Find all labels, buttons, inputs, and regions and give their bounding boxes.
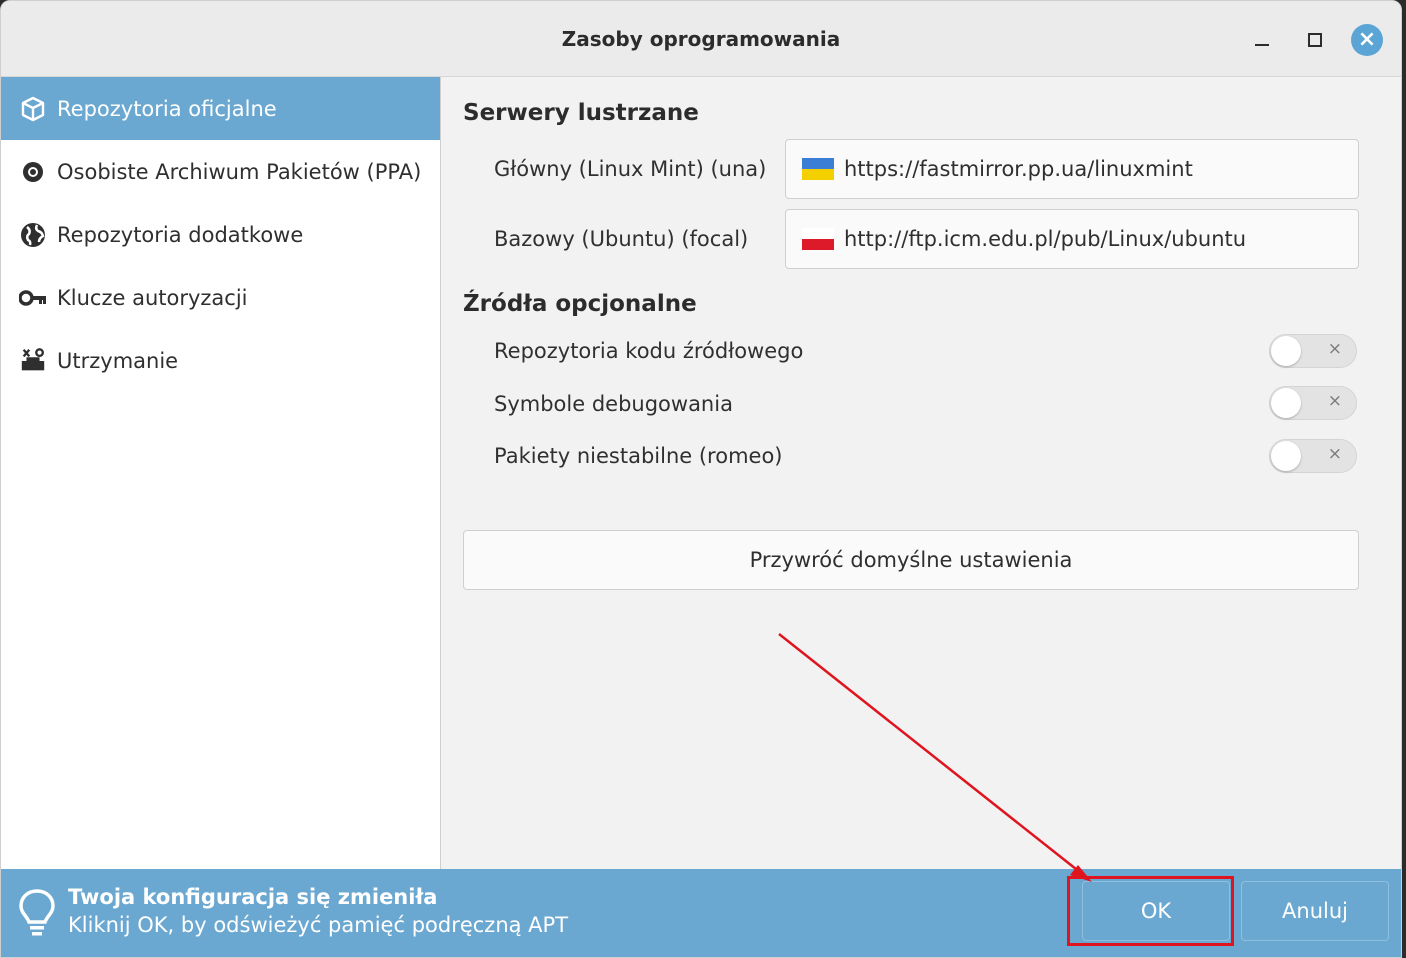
maximize-icon bbox=[1308, 33, 1322, 47]
infobar-title: Twoja konfiguracja się zmieniła bbox=[68, 885, 438, 909]
maximize-button[interactable] bbox=[1298, 23, 1332, 57]
optional-sources-title: Źródła opcjonalne bbox=[463, 291, 697, 317]
infobar-message: Kliknij OK, by odświeżyć pamięć podręczn… bbox=[68, 913, 569, 937]
source-code-toggle[interactable]: × bbox=[1269, 334, 1357, 368]
toggle-off-icon: × bbox=[1327, 444, 1342, 464]
debug-symbols-toggle[interactable]: × bbox=[1269, 386, 1357, 420]
title-bar[interactable]: Zasoby oprogramowania × bbox=[1, 1, 1401, 77]
sidebar-item-ppa[interactable]: Osobiste Archiwum Pakietów (PPA) bbox=[1, 140, 440, 203]
unstable-packages-toggle[interactable]: × bbox=[1269, 439, 1357, 473]
sidebar-item-label: Osobiste Archiwum Pakietów (PPA) bbox=[57, 159, 422, 184]
lightbulb-icon bbox=[19, 889, 55, 936]
toggle-knob bbox=[1271, 336, 1301, 366]
sidebar-item-label: Repozytoria dodatkowe bbox=[57, 222, 304, 247]
globe-icon bbox=[19, 221, 47, 249]
mirrors-section-title: Serwery lustrzane bbox=[463, 100, 699, 126]
sidebar-item-additional-repositories[interactable]: Repozytoria dodatkowe bbox=[1, 203, 440, 266]
sidebar-item-official-repositories[interactable]: Repozytoria oficjalne bbox=[1, 77, 440, 140]
toggle-off-icon: × bbox=[1327, 339, 1342, 359]
base-mirror-url: http://ftp.icm.edu.pl/pub/Linux/ubuntu bbox=[844, 227, 1247, 251]
sidebar-item-label: Klucze autoryzacji bbox=[57, 285, 248, 310]
window-title: Zasoby oprogramowania bbox=[561, 27, 841, 51]
ok-highlight-box bbox=[1067, 876, 1234, 946]
cancel-button[interactable]: Anuluj bbox=[1241, 881, 1389, 941]
sidebar-item-auth-keys[interactable]: Klucze autoryzacji bbox=[1, 266, 440, 329]
main-mirror-url: https://fastmirror.pp.ua/linuxmint bbox=[844, 157, 1193, 181]
sidebar-item-label: Repozytoria oficjalne bbox=[57, 96, 277, 121]
close-button[interactable]: × bbox=[1350, 23, 1384, 57]
toggle-knob bbox=[1271, 441, 1301, 471]
ppa-icon bbox=[19, 158, 47, 186]
maintenance-icon bbox=[19, 347, 47, 375]
toggle-off-icon: × bbox=[1327, 391, 1342, 411]
toggle-knob bbox=[1271, 388, 1301, 418]
base-mirror-selector[interactable]: http://ftp.icm.edu.pl/pub/Linux/ubuntu bbox=[785, 209, 1359, 269]
close-icon: × bbox=[1351, 24, 1383, 56]
main-content: Serwery lustrzane Główny (Linux Mint) (u… bbox=[442, 77, 1401, 869]
source-code-label: Repozytoria kodu źródłowego bbox=[494, 339, 804, 363]
unstable-packages-label: Pakiety niestabilne (romeo) bbox=[494, 444, 783, 468]
main-mirror-label: Główny (Linux Mint) (una) bbox=[494, 157, 767, 181]
minimize-button[interactable] bbox=[1245, 23, 1279, 57]
sidebar-item-maintenance[interactable]: Utrzymanie bbox=[1, 329, 440, 392]
sidebar: Repozytoria oficjalne Osobiste Archiwum … bbox=[1, 77, 441, 869]
ukraine-flag-icon bbox=[802, 158, 834, 180]
minimize-icon bbox=[1255, 44, 1269, 46]
sidebar-item-label: Utrzymanie bbox=[57, 348, 179, 373]
key-icon bbox=[19, 284, 47, 312]
main-mirror-selector[interactable]: https://fastmirror.pp.ua/linuxmint bbox=[785, 139, 1359, 199]
software-sources-window: Zasoby oprogramowania × Repozytoria ofic… bbox=[0, 0, 1402, 958]
debug-symbols-label: Symbole debugowania bbox=[494, 392, 733, 416]
restore-defaults-button[interactable]: Przywróć domyślne ustawienia bbox=[463, 530, 1359, 590]
package-icon bbox=[19, 95, 47, 123]
base-mirror-label: Bazowy (Ubuntu) (focal) bbox=[494, 227, 749, 251]
poland-flag-icon bbox=[802, 228, 834, 250]
